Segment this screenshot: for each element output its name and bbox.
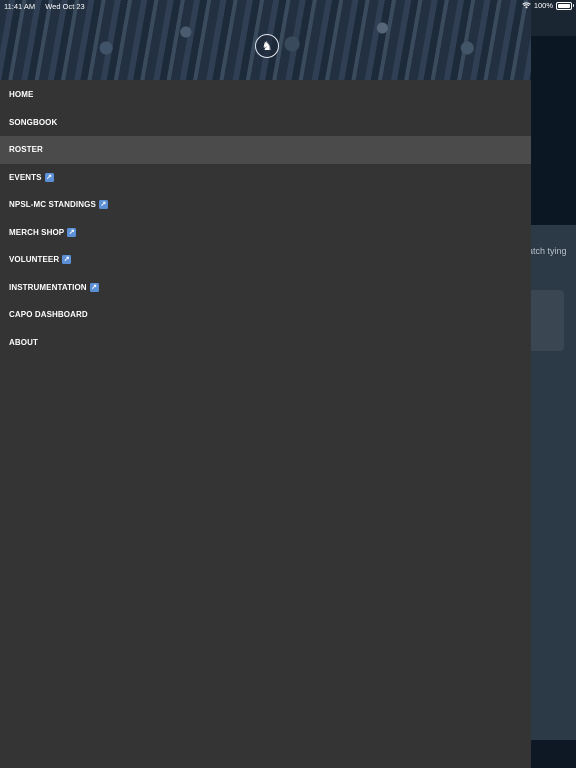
menu-item-label: HOME (9, 90, 34, 100)
navigation-drawer: ♞ HOME SONGBOOK ROSTER EVENTS ↗ NPSL-MC STAND… (0, 0, 531, 768)
menu-item-home[interactable]: HOME (0, 81, 531, 109)
menu-item-roster[interactable]: ROSTER (0, 136, 531, 164)
status-bar: 11:41 AM Wed Oct 23 100% (0, 0, 576, 13)
menu-item-label: MERCH SHOP (9, 227, 65, 237)
menu-item-label: INSTRUMENTATION (9, 282, 87, 292)
menu-item-instrumentation[interactable]: INSTRUMENTATION ↗ (0, 274, 531, 302)
battery-icon (556, 1, 574, 10)
menu-item-label: CAPO DASHBOARD (9, 310, 88, 320)
status-date: Wed Oct 23 (45, 2, 85, 11)
menu-item-label: SONGBOOK (9, 117, 58, 127)
menu-item-capo-dashboard[interactable]: CAPO DASHBOARD (0, 301, 531, 329)
external-link-icon: ↗ (98, 200, 108, 210)
menu-item-volunteer[interactable]: VOLUNTEER ↗ (0, 246, 531, 274)
external-link-icon: ↗ (89, 282, 99, 292)
external-link-icon: ↗ (67, 227, 77, 237)
menu-item-label: NPSL-MC STANDINGS (9, 200, 96, 210)
background-partial-text: atch tying (528, 246, 567, 256)
menu-item-label: ABOUT (9, 337, 38, 347)
battery-fill (558, 3, 570, 8)
menu-item-label: EVENTS (9, 172, 42, 182)
menu-item-npsl-mc-standings[interactable]: NPSL-MC STANDINGS ↗ (0, 191, 531, 219)
menu-item-about[interactable]: ABOUT (0, 329, 531, 357)
menu-item-merch-shop[interactable]: MERCH SHOP ↗ (0, 219, 531, 247)
club-crest-icon: ♞ (255, 34, 279, 58)
battery-percent: 100% (533, 1, 553, 10)
menu-item-label: ROSTER (9, 145, 43, 155)
status-time: 11:41 AM (4, 2, 36, 11)
drawer-menu: HOME SONGBOOK ROSTER EVENTS ↗ NPSL-MC STANDIN… (0, 81, 531, 356)
wifi-icon (522, 2, 531, 9)
menu-item-label: VOLUNTEER (9, 255, 60, 265)
menu-item-events[interactable]: EVENTS ↗ (0, 164, 531, 192)
external-link-icon: ↗ (44, 172, 54, 182)
menu-item-songbook[interactable]: SONGBOOK (0, 109, 531, 137)
external-link-icon: ↗ (62, 255, 72, 265)
